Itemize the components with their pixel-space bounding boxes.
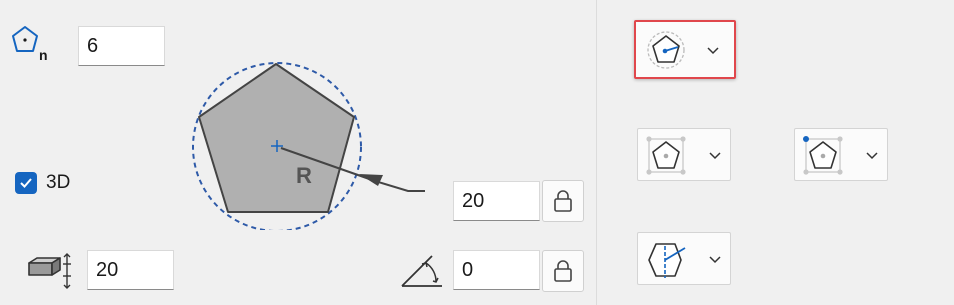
polygon-corner-icon: [803, 136, 843, 175]
polygon-sides-icon: n: [10, 24, 54, 64]
lock-icon: [554, 190, 572, 212]
chevron-down-icon: [866, 152, 878, 160]
rotation-input[interactable]: [453, 250, 540, 290]
chevron-down-icon: [709, 256, 721, 264]
sides-count-input[interactable]: [78, 26, 165, 66]
polygon-shape: [198, 63, 355, 213]
polygon-diagram: R: [185, 55, 435, 232]
radius-lock-button[interactable]: [542, 180, 584, 222]
three-d-checkbox[interactable]: 3D: [15, 172, 70, 194]
checkmark-icon: [20, 178, 32, 188]
radius-label: R: [296, 163, 312, 188]
extrusion-height-icon: [26, 252, 76, 292]
checkbox-box[interactable]: [15, 172, 37, 194]
lock-icon: [554, 260, 572, 282]
bounding-box-mode-dropdown[interactable]: [637, 128, 731, 181]
edge-mode-dropdown[interactable]: [637, 232, 731, 285]
height-input[interactable]: [87, 250, 174, 290]
chevron-down-icon: [707, 47, 719, 55]
polygon-center-radius-icon: [647, 31, 685, 69]
radius-input[interactable]: [453, 181, 540, 221]
angle-icon: [400, 252, 446, 290]
center-radius-mode-dropdown[interactable]: [634, 20, 736, 79]
svg-text:n: n: [39, 47, 48, 63]
panel-divider: [596, 0, 597, 305]
polygon-bounding-box-icon: [646, 136, 686, 175]
corner-mode-dropdown[interactable]: [794, 128, 888, 181]
chevron-down-icon: [709, 152, 721, 160]
three-d-label: 3D: [46, 172, 71, 193]
polygon-edge-icon: [648, 243, 686, 278]
rotation-lock-button[interactable]: [542, 250, 584, 292]
